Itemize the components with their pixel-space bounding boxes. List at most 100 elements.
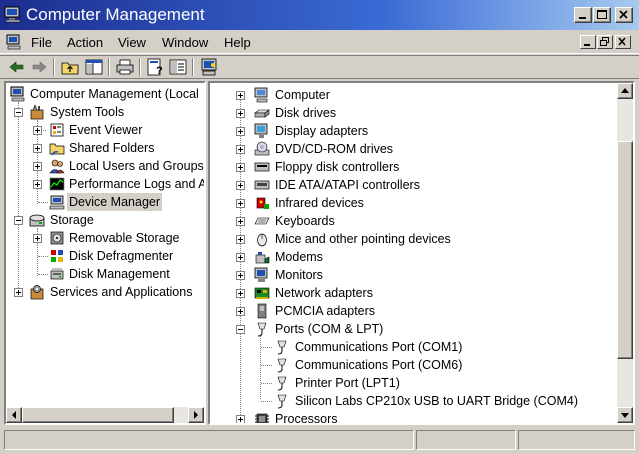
expand-toggle[interactable]: [236, 253, 245, 262]
dvd-icon: [254, 141, 270, 156]
tree-item-storage[interactable]: Storage: [6, 211, 204, 229]
tree-item-disk-defragmenter[interactable]: Disk Defragmenter: [6, 247, 204, 265]
title-bar[interactable]: Computer Management: [0, 0, 639, 30]
expand-toggle[interactable]: [33, 126, 42, 135]
network-adapter-icon: [254, 287, 270, 299]
port-item[interactable]: Printer Port (LPT1): [210, 374, 615, 392]
device-category-floppy-disk-controllers[interactable]: Floppy disk controllers: [210, 158, 615, 176]
menu-window[interactable]: Window: [162, 34, 208, 52]
child-restore-button[interactable]: [597, 35, 613, 49]
tree-item-root[interactable]: Computer Management (Local: [6, 85, 204, 103]
expand-toggle[interactable]: [236, 289, 245, 298]
window-menu-icon[interactable]: [6, 34, 22, 50]
expand-toggle[interactable]: [236, 307, 245, 316]
device-category-display-adapters[interactable]: Display adapters: [210, 122, 615, 140]
scan-hardware-icon[interactable]: [199, 57, 219, 77]
device-label: Keyboards: [275, 214, 335, 228]
menu-file[interactable]: File: [31, 34, 52, 52]
print-icon[interactable]: [115, 57, 135, 77]
port-item[interactable]: Communications Port (COM6): [210, 356, 615, 374]
tree-horizontal-scrollbar[interactable]: [6, 407, 204, 423]
device-category-keyboards[interactable]: Keyboards: [210, 212, 615, 230]
properties-icon[interactable]: ?: [145, 57, 165, 77]
tree-item-event-viewer[interactable]: Event Viewer: [6, 121, 204, 139]
minimize-icon: [579, 17, 586, 19]
maximize-button[interactable]: [593, 7, 611, 23]
device-category-ide-ata-atapi-controllers[interactable]: IDE ATA/ATAPI controllers: [210, 176, 615, 194]
menu-action[interactable]: Action: [67, 34, 103, 52]
expand-toggle[interactable]: [236, 271, 245, 280]
tree-label: Disk Management: [69, 267, 170, 281]
device-category-infrared-devices[interactable]: Infrared devices: [210, 194, 615, 212]
child-minimize-button[interactable]: [580, 35, 596, 49]
device-label: Display adapters: [275, 124, 369, 138]
scroll-left-button[interactable]: [6, 407, 22, 423]
device-category-monitors[interactable]: Monitors: [210, 266, 615, 284]
expand-toggle[interactable]: [236, 415, 245, 423]
collapse-toggle[interactable]: [236, 325, 245, 334]
expand-toggle[interactable]: [236, 127, 245, 136]
expand-toggle[interactable]: [236, 181, 245, 190]
defragmenter-icon: [51, 250, 63, 262]
port-item[interactable]: Communications Port (COM1): [210, 338, 615, 356]
device-category-computer[interactable]: Computer: [210, 86, 615, 104]
menu-help[interactable]: Help: [224, 34, 251, 52]
show-hide-tree-icon[interactable]: [84, 57, 104, 77]
floppy-controller-icon: [254, 162, 270, 172]
scroll-thumb[interactable]: [617, 141, 633, 359]
expand-toggle[interactable]: [236, 109, 245, 118]
device-vertical-scrollbar[interactable]: [617, 83, 633, 423]
collapse-toggle[interactable]: [14, 216, 23, 225]
device-category-dvd-cd-rom-drives[interactable]: DVD/CD-ROM drives: [210, 140, 615, 158]
expand-toggle[interactable]: [33, 162, 42, 171]
tree-item-removable-storage[interactable]: Removable Storage: [6, 229, 204, 247]
device-category-mice-and-other-pointing-devices[interactable]: Mice and other pointing devices: [210, 230, 615, 248]
collapse-toggle[interactable]: [14, 108, 23, 117]
child-close-button[interactable]: [615, 35, 631, 49]
menu-view[interactable]: View: [118, 34, 146, 52]
scroll-thumb[interactable]: [22, 407, 174, 423]
device-label: Floppy disk controllers: [275, 160, 400, 174]
tree-item-disk-management[interactable]: Disk Management: [6, 265, 204, 283]
back-icon[interactable]: [7, 57, 27, 77]
device-category-pcmcia-adapters[interactable]: PCMCIA adapters: [210, 302, 615, 320]
tree-item-system-tools[interactable]: System Tools: [6, 103, 204, 121]
close-button[interactable]: [615, 7, 633, 23]
tree-label: Computer Management (Local: [30, 87, 199, 101]
tree-item-services-applications[interactable]: Services and Applications: [6, 283, 204, 301]
tree-item-shared-folders[interactable]: Shared Folders: [6, 139, 204, 157]
expand-toggle[interactable]: [236, 91, 245, 100]
device-label: Silicon Labs CP210x USB to UART Bridge (…: [295, 394, 578, 408]
event-viewer-icon: [50, 123, 64, 137]
expand-toggle[interactable]: [236, 163, 245, 172]
device-category-disk-drives[interactable]: Disk drives: [210, 104, 615, 122]
tree-item-local-users[interactable]: Local Users and Groups: [6, 157, 204, 175]
minimize-button[interactable]: [574, 7, 592, 23]
scroll-up-button[interactable]: [617, 83, 633, 99]
expand-toggle[interactable]: [33, 234, 42, 243]
help-icon[interactable]: [168, 57, 188, 77]
expand-toggle[interactable]: [33, 180, 42, 189]
expand-toggle[interactable]: [236, 217, 245, 226]
device-category-processors[interactable]: Processors: [210, 410, 615, 423]
expand-toggle[interactable]: [236, 235, 245, 244]
device-list-pane[interactable]: Computer Disk drives Display adapters DVD/C…: [208, 81, 635, 425]
expand-toggle[interactable]: [236, 145, 245, 154]
expand-toggle[interactable]: [236, 199, 245, 208]
device-category-modems[interactable]: Modems: [210, 248, 615, 266]
tree-label: System Tools: [50, 105, 125, 119]
device-category-network-adapters[interactable]: Network adapters: [210, 284, 615, 302]
tree-item-performance-logs[interactable]: Performance Logs and A: [6, 175, 204, 193]
disk-drive-icon: [254, 109, 270, 118]
port-item[interactable]: Silicon Labs CP210x USB to UART Bridge (…: [210, 392, 615, 410]
forward-icon[interactable]: [29, 57, 49, 77]
expand-toggle[interactable]: [33, 144, 42, 153]
console-tree-pane[interactable]: Computer Management (Local System Tools …: [4, 81, 206, 425]
expand-toggle[interactable]: [14, 288, 23, 297]
device-category-ports-com-lpt[interactable]: Ports (COM & LPT): [210, 320, 615, 338]
arrow-down-icon: [621, 413, 629, 418]
scroll-right-button[interactable]: [188, 407, 204, 423]
up-folder-icon[interactable]: [60, 57, 80, 77]
tree-item-device-manager[interactable]: Device Manager: [6, 193, 204, 211]
scroll-down-button[interactable]: [617, 407, 633, 423]
